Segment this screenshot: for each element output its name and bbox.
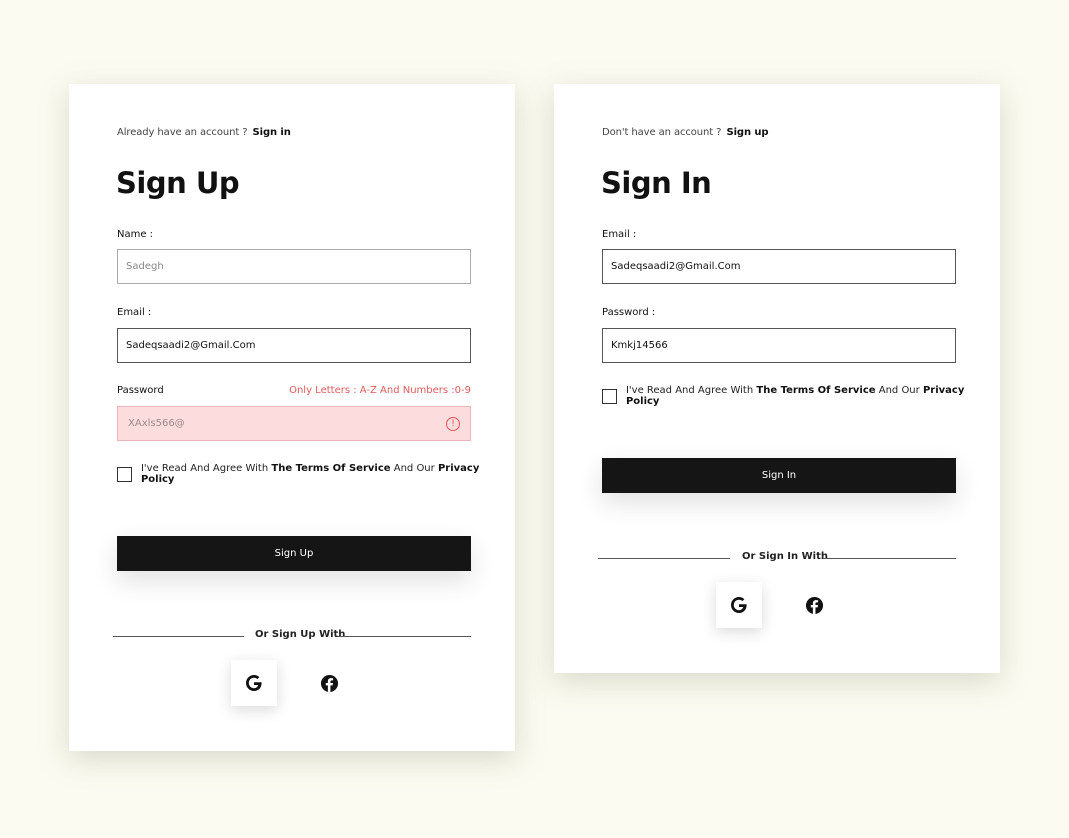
signin-button[interactable]: Sign In	[602, 458, 956, 493]
google-signup-button[interactable]	[231, 660, 277, 706]
password-label: Password :	[602, 307, 656, 318]
facebook-icon	[320, 674, 338, 692]
alert-circle-icon: !	[446, 417, 460, 431]
page-title: Sign In	[601, 166, 712, 200]
google-icon	[246, 675, 262, 691]
signup-card: Already have an account ? Sign in Sign U…	[69, 84, 515, 751]
terms-agreement: I've Read And Agree With The Terms Of Se…	[117, 463, 515, 485]
signin-link[interactable]: Sign in	[253, 127, 291, 138]
terms-checkbox[interactable]	[602, 388, 617, 404]
agree-prefix: I've Read And Agree With	[625, 385, 754, 396]
password-input[interactable]	[118, 407, 470, 440]
email-input[interactable]	[117, 328, 471, 363]
terms-link[interactable]: The Terms Of Service	[756, 385, 875, 396]
terms-link[interactable]: The Terms Of Service	[271, 463, 390, 474]
password-hint: Only Letters : A-Z And Numbers :0-9	[289, 385, 471, 396]
divider-text: Or Sign In With	[742, 551, 828, 562]
social-divider: Or Sign Up With	[113, 629, 471, 643]
email-label: Email :	[602, 229, 637, 240]
google-icon	[731, 597, 747, 613]
signup-prompt: Don't have an account ? Sign up	[602, 127, 769, 138]
signin-prompt-text: Already have an account ?	[117, 127, 248, 138]
google-signin-button[interactable]	[716, 582, 762, 628]
password-field: !	[117, 406, 471, 441]
signup-prompt-text: Don't have an account ?	[602, 127, 722, 138]
email-input[interactable]	[602, 249, 956, 284]
signup-button[interactable]: Sign Up	[117, 536, 471, 571]
name-input[interactable]	[117, 249, 471, 284]
agree-mid: And Our	[393, 463, 435, 474]
facebook-icon	[805, 596, 823, 614]
facebook-signin-button[interactable]	[791, 582, 837, 628]
signin-prompt: Already have an account ? Sign in	[117, 127, 291, 138]
divider-text: Or Sign Up With	[255, 629, 346, 640]
page-title: Sign Up	[116, 166, 240, 200]
facebook-signup-button[interactable]	[306, 660, 352, 706]
agree-mid: And Our	[878, 385, 920, 396]
social-divider: Or Sign In With	[598, 551, 956, 565]
password-label: Password	[117, 385, 164, 396]
name-label: Name :	[117, 229, 154, 240]
password-input[interactable]	[602, 328, 956, 363]
signin-card: Don't have an account ? Sign up Sign In …	[554, 84, 1000, 673]
terms-agreement: I've Read And Agree With The Terms Of Se…	[602, 385, 1000, 407]
terms-checkbox[interactable]	[117, 466, 132, 482]
email-label: Email :	[117, 307, 152, 318]
signup-link[interactable]: Sign up	[726, 127, 768, 138]
agree-prefix: I've Read And Agree With	[140, 463, 269, 474]
